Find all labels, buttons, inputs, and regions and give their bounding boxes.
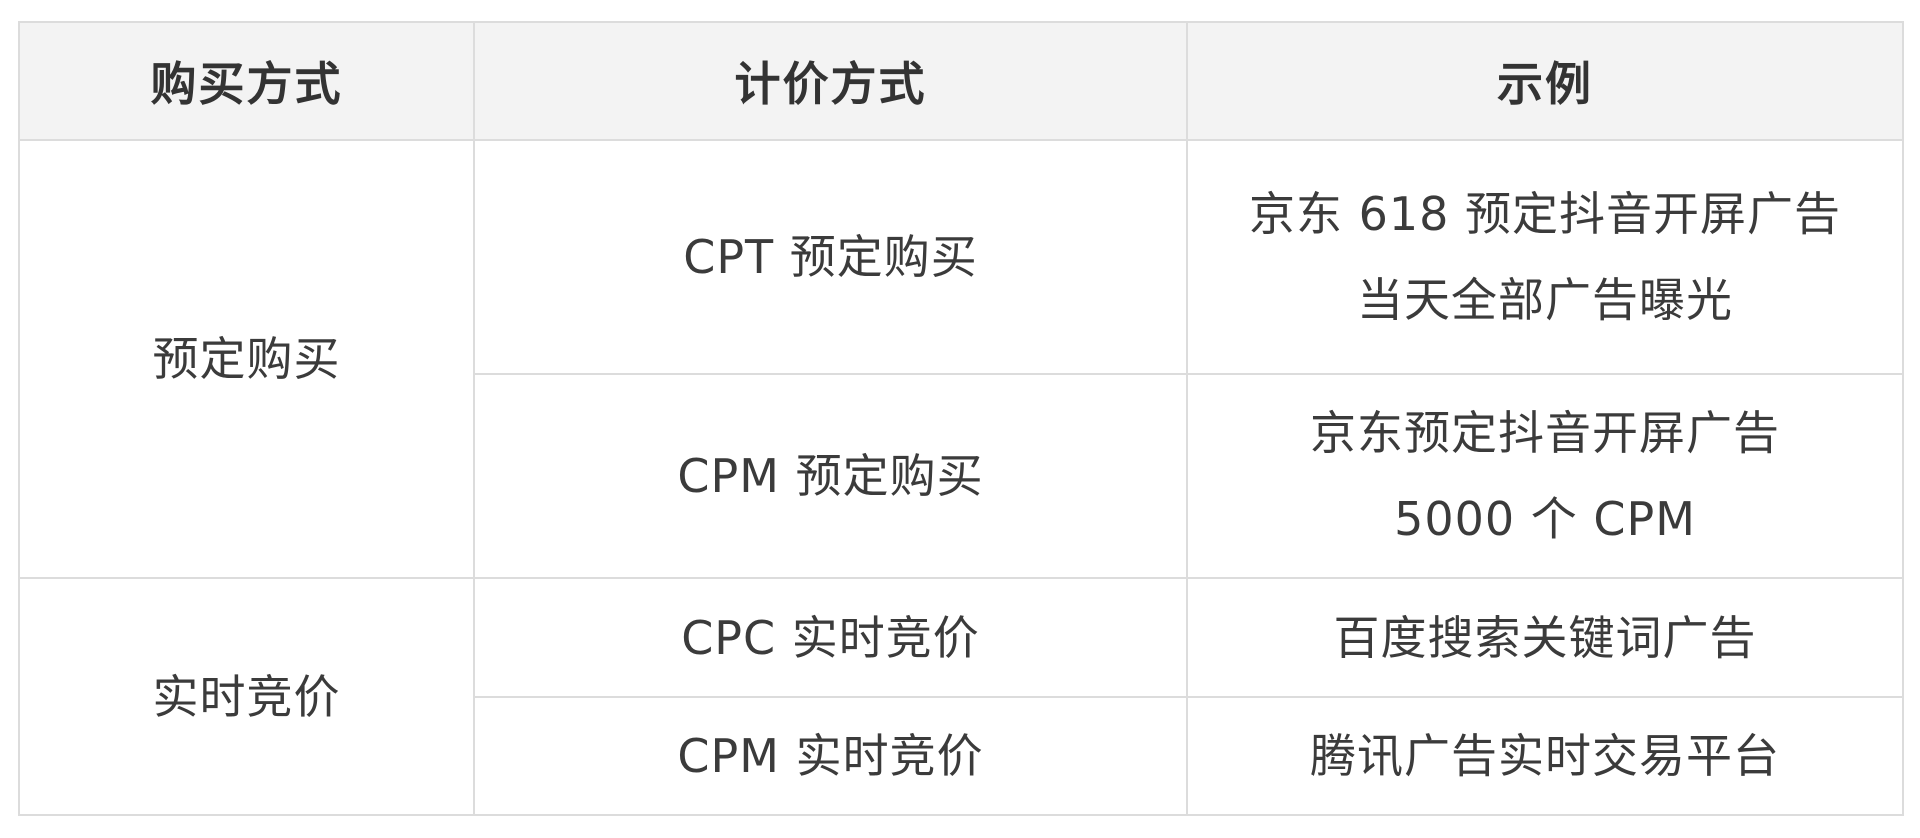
purchase-method-cell: 实时竞价	[18, 577, 475, 816]
table-row: 实时竞价 CPC 实时竞价 百度搜索关键词广告	[18, 577, 1904, 816]
pricing-method-cell: CPC 实时竞价	[473, 577, 1188, 698]
example-line: 百度搜索关键词广告	[1333, 610, 1757, 665]
example-cell: 京东预定抖音开屏广告 5000 个 CPM	[1186, 373, 1904, 579]
example-cell: 腾讯广告实时交易平台	[1186, 696, 1904, 816]
pricing-method-cell: CPM 实时竞价	[473, 696, 1188, 816]
table-row: 预定购买 CPT 预定购买 京东 618 预定抖音开屏广告 当天全部广告曝光	[18, 139, 1904, 579]
header-pricing-method: 计价方式	[473, 21, 1188, 141]
purchase-method-cell: 预定购买	[18, 139, 475, 579]
pricing-method-cell: CPM 预定购买	[473, 373, 1188, 579]
pricing-table-container: 购买方式 计价方式 示例 预定购买 CPT 预定购买 京东 618 预定抖音开屏…	[18, 21, 1904, 816]
example-cell: 百度搜索关键词广告	[1186, 577, 1904, 698]
example-line: 京东 618 预定抖音开屏广告	[1248, 187, 1842, 241]
example-line: 当天全部广告曝光	[1357, 273, 1733, 327]
pricing-method-cell: CPT 预定购买	[473, 139, 1188, 375]
header-purchase-method: 购买方式	[18, 21, 475, 141]
example-line: 5000 个 CPM	[1394, 492, 1696, 546]
pricing-table: 购买方式 计价方式 示例 预定购买 CPT 预定购买 京东 618 预定抖音开屏…	[18, 21, 1904, 816]
header-example: 示例	[1186, 21, 1904, 141]
table-header-row: 购买方式 计价方式 示例	[18, 21, 1904, 141]
example-cell: 京东 618 预定抖音开屏广告 当天全部广告曝光	[1186, 139, 1904, 375]
example-line: 腾讯广告实时交易平台	[1310, 729, 1780, 783]
example-line: 京东预定抖音开屏广告	[1310, 406, 1780, 460]
